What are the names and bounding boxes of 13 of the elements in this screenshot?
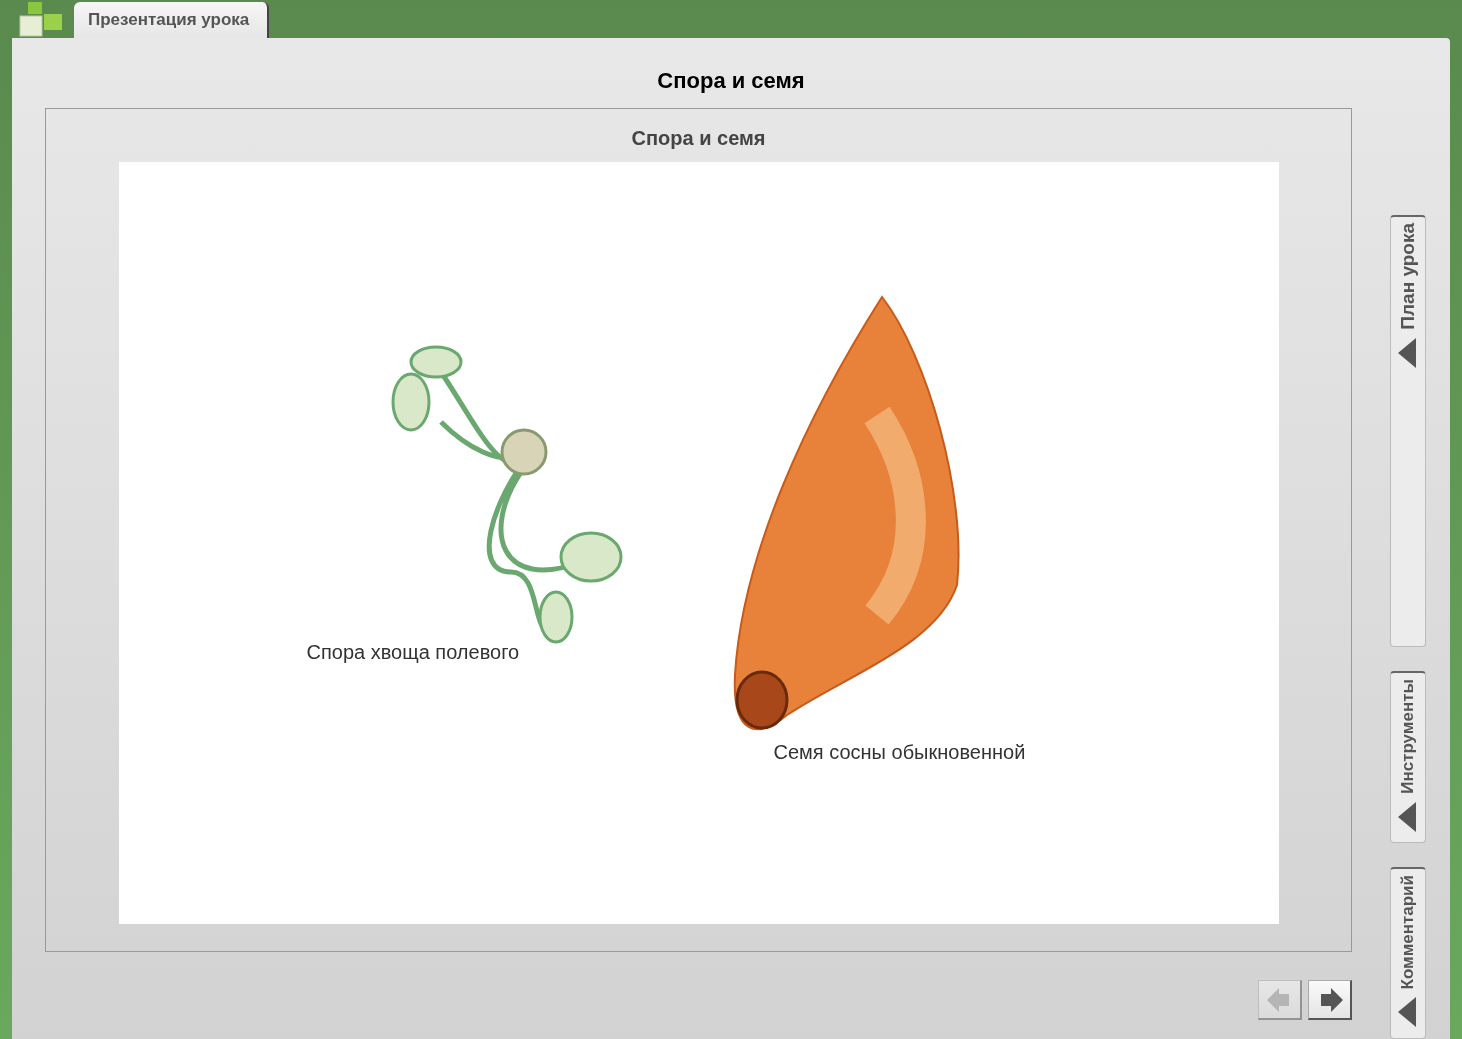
cubes-logo-icon: [18, 0, 64, 38]
side-panel-tab[interactable]: План урока: [1390, 215, 1426, 647]
page-title: Спора и семя: [656, 67, 806, 95]
side-panel-tab[interactable]: Инструменты: [1390, 671, 1426, 843]
triangle-icon: [1398, 801, 1418, 832]
side-panel-tab[interactable]: Комментарий: [1390, 867, 1426, 1039]
triangle-icon: [1398, 997, 1418, 1028]
slide-title: Спора и семя: [631, 126, 766, 151]
next-button[interactable]: [1308, 980, 1352, 1020]
image-caption: Семя сосны обыкновенной: [773, 741, 1026, 764]
triangle-icon: [1398, 337, 1418, 368]
image-caption: Спора хвоща полевого: [306, 641, 520, 664]
presentation-tab[interactable]: Презентация урока: [74, 2, 270, 38]
